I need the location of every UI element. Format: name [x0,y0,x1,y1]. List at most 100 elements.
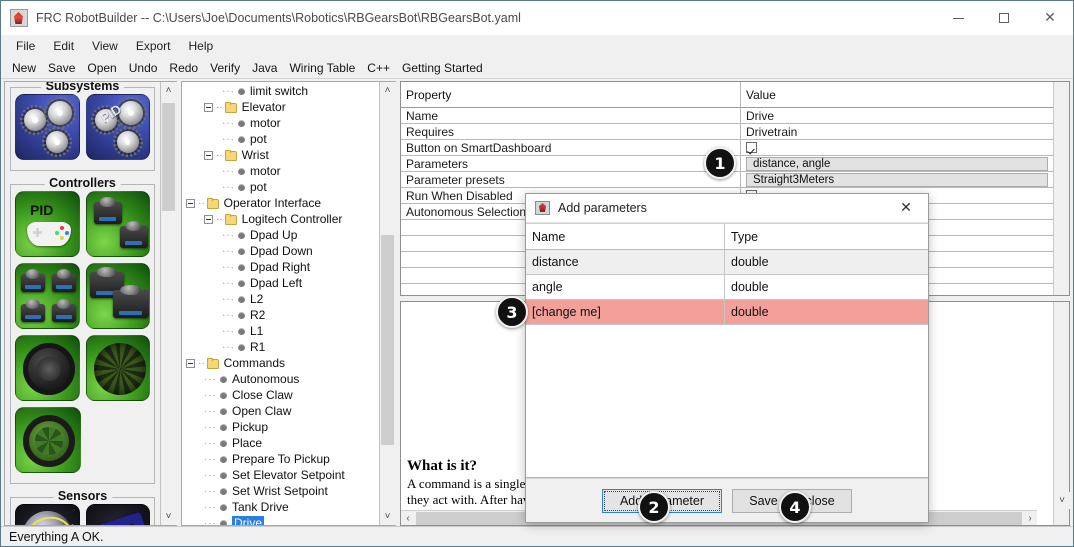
tree-node[interactable]: ··· Dpad Left [182,275,379,291]
robot-tree[interactable]: ··· limit switch ·· Elevator ··· motor ··· pot ·… [182,82,379,525]
palette-item-wheel[interactable] [15,335,80,401]
tree-scroll-thumb[interactable] [380,235,394,445]
tree-expand-icon[interactable] [204,214,213,224]
property-value-button[interactable]: Straight3Meters [746,172,1048,187]
palette-item-accelerometer[interactable] [85,504,150,525]
tree-expand-icon[interactable] [186,198,195,208]
palette-item-gyro[interactable] [15,504,80,525]
tree-node[interactable]: ·· Elevator [182,99,379,115]
tree-node[interactable]: ··· pot [182,179,379,195]
maximize-button[interactable] [981,1,1027,35]
parameter-row[interactable]: [change me] double [526,300,928,325]
tree-node[interactable]: ··· Prepare To Pickup [182,451,379,467]
tree-node[interactable]: ·· Wrist [182,147,379,163]
toolbar-redo[interactable]: Redo [163,59,204,77]
minimize-button[interactable] [935,1,981,35]
tree-node[interactable]: ··· L1 [182,323,379,339]
tree-scroll-up-icon[interactable]: ˄ [379,82,396,99]
palette-item-speed-controller[interactable] [85,191,150,257]
tree-connector: ··· [204,437,217,449]
tree-node[interactable]: ··· Tank Drive [182,499,379,515]
palette-item-mecanum-wheel[interactable] [85,335,150,401]
menu-view[interactable]: View [83,37,127,55]
checkbox[interactable] [746,142,757,153]
toolbar-wiring-table[interactable]: Wiring Table [283,59,361,77]
parameters-table[interactable]: Name Type distance double angle double [chan… [526,223,928,325]
palette-item-pid-controller[interactable]: PID [15,191,80,257]
close-button[interactable]: ✕ [1027,1,1073,35]
tree-node[interactable]: ··· pot [182,131,379,147]
tree-node[interactable]: ··· motor [182,163,379,179]
tree-node[interactable]: ··· R1 [182,339,379,355]
palette-item-subsystem[interactable] [15,94,80,160]
toolbar-getting-started[interactable]: Getting Started [396,59,489,77]
toolbar-cpp[interactable]: C++ [361,59,396,77]
parameter-name-cell[interactable]: [change me] [526,300,725,324]
palette-item-speed-controller-group[interactable] [15,263,80,329]
parameter-row[interactable]: angle double [526,275,928,300]
palette-scroll-up-icon[interactable]: ˄ [160,82,177,99]
tree-node[interactable]: ··· R2 [182,307,379,323]
menu-file[interactable]: File [7,37,44,55]
palette-item-double-speed-controller[interactable] [85,263,150,329]
toolbar-verify[interactable]: Verify [204,59,246,77]
property-value-cell[interactable]: Drivetrain [741,124,1053,139]
tree-scrollbar[interactable]: ˄ ˅ [379,82,396,525]
properties-row[interactable]: Requires Drivetrain [401,124,1053,140]
tree-node[interactable]: ··· Set Elevator Setpoint [182,467,379,483]
toolbar-open[interactable]: Open [81,59,122,77]
parameter-name-cell[interactable]: angle [526,275,725,299]
tree-node[interactable]: ··· limit switch [182,83,379,99]
tree-node[interactable]: ··· Open Claw [182,403,379,419]
menu-edit[interactable]: Edit [44,37,83,55]
palette-scroll-down-icon[interactable]: ˅ [160,508,177,525]
palette-item-omni-wheel[interactable] [15,407,81,473]
parameter-type-cell[interactable]: double [725,300,928,324]
toolbar-new[interactable]: New [6,59,42,77]
parameter-name-cell[interactable]: distance [526,250,725,274]
tree-scroll-down-icon[interactable]: ˅ [379,508,396,525]
menu-export[interactable]: Export [127,37,180,55]
tree-scroll-track[interactable] [379,99,396,508]
help-scroll-left-icon[interactable]: ‹ [401,513,415,524]
tree-node[interactable]: ·· Operator Interface [182,195,379,211]
toolbar-undo[interactable]: Undo [123,59,164,77]
tree-node[interactable]: ··· Dpad Right [182,259,379,275]
palette-scrollbar[interactable]: ˄ ˅ [160,82,177,525]
tree-node[interactable]: ·· Logitech Controller [182,211,379,227]
tree-node[interactable]: ··· Dpad Down [182,243,379,259]
parameter-row[interactable]: distance double [526,250,928,275]
help-scroll-right-icon[interactable]: › [1023,513,1037,524]
property-value-cell[interactable]: Straight3Meters [741,172,1053,187]
tree-expand-icon[interactable] [204,102,213,112]
menu-help[interactable]: Help [180,37,223,55]
tree-node[interactable]: ··· motor [182,115,379,131]
toolbar-save[interactable]: Save [42,59,81,77]
tree-node[interactable]: ··· Drive [182,515,379,525]
palette-item-pid-subsystem[interactable]: PID [85,94,150,160]
dialog-close-button[interactable]: ✕ [884,194,928,223]
properties-row[interactable]: Name Drive [401,108,1053,124]
tree-node[interactable]: ··· Set Wrist Setpoint [182,483,379,499]
parameter-type-cell[interactable]: double [725,275,928,299]
toolbar-java[interactable]: Java [246,59,283,77]
help-vertical-scrollbar[interactable]: ˅ [1053,302,1070,525]
tree-node[interactable]: ··· L2 [182,291,379,307]
parameter-type-cell[interactable]: double [725,250,928,274]
tree-node[interactable]: ··· Pickup [182,419,379,435]
properties-scrollbar[interactable] [1053,82,1069,295]
tree-node[interactable]: ··· Place [182,435,379,451]
tree-node[interactable]: ··· Dpad Up [182,227,379,243]
tree-node[interactable]: ·· Commands [182,355,379,371]
tree-node[interactable]: ··· Close Claw [182,387,379,403]
property-value-cell[interactable]: Drive [741,108,1053,123]
property-value-cell[interactable] [741,140,1053,155]
tree-node[interactable]: ··· Autonomous [182,371,379,387]
tree-expand-icon[interactable] [204,150,213,160]
palette-scroll-track[interactable] [160,99,177,508]
tree-expand-icon[interactable] [186,358,195,368]
property-value-cell[interactable]: distance, angle [741,156,1053,171]
palette-scroll-thumb[interactable] [161,103,175,211]
property-value-button[interactable]: distance, angle [746,156,1048,171]
help-scroll-down-icon[interactable]: ˅ [1054,492,1070,509]
